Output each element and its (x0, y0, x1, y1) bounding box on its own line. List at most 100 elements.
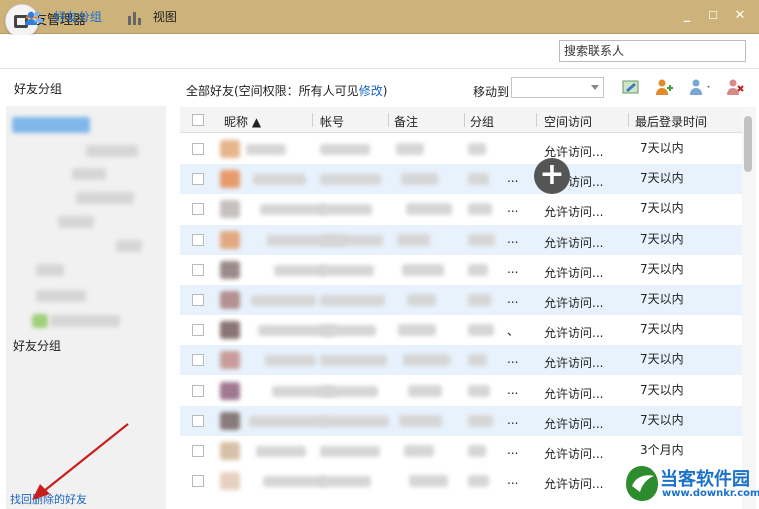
table-row[interactable]: ... 允许访问... 7天以内 (180, 345, 742, 376)
delete-friend-icon[interactable] (725, 78, 745, 96)
row-dots: ... (507, 473, 519, 488)
blurred-remark (403, 354, 450, 367)
sidebar-item[interactable] (50, 315, 120, 327)
main-heading-close: ) (382, 84, 388, 98)
blurred-nickname (274, 264, 326, 276)
main-heading: 全部好友(空间权限：所有人可见修改) (186, 82, 387, 99)
sidebar-item[interactable] (36, 264, 64, 276)
tab-friend-groups[interactable]: 好友分组 (24, 8, 102, 28)
column-account[interactable]: 帐号 (320, 113, 344, 130)
sidebar-item[interactable] (36, 290, 86, 302)
sidebar-item[interactable] (86, 145, 138, 157)
avatar (220, 381, 240, 400)
blurred-nickname (260, 204, 326, 216)
blurred-group (468, 475, 489, 488)
plus-circle-icon[interactable]: + (534, 158, 570, 194)
scrollbar-thumb[interactable] (744, 116, 752, 172)
add-friend-icon[interactable] (654, 78, 674, 96)
avatar (220, 260, 240, 279)
avatar (220, 140, 240, 158)
table-row[interactable]: 、 允许访问... 7天以内 (180, 315, 742, 345)
row-checkbox[interactable] (192, 294, 204, 306)
main-heading-text: 全部好友(空间权限：所有人可见 (186, 84, 359, 98)
row-checkbox[interactable] (192, 384, 204, 397)
recover-deleted-friends-link[interactable]: 找回删除的好友 (10, 491, 87, 507)
blurred-group (468, 203, 492, 216)
row-checkbox[interactable] (192, 354, 204, 367)
sidebar-item-selected[interactable] (12, 117, 90, 133)
tab-view[interactable]: 视图 (127, 8, 177, 28)
space-access-cell[interactable]: 允许访问... (544, 445, 603, 462)
table-row[interactable]: ... 允许访问... 7天以内 (180, 194, 742, 224)
maximize-icon[interactable]: ☐ (704, 7, 722, 25)
space-access-cell[interactable]: 允许访问... (544, 203, 603, 220)
column-remark[interactable]: 备注 (394, 113, 418, 130)
row-checkbox[interactable] (192, 263, 204, 276)
blurred-account (320, 204, 372, 216)
table-row[interactable]: ... 允许访问... 7天以内 (180, 405, 742, 436)
select-all-checkbox[interactable] (192, 114, 204, 126)
row-checkbox[interactable] (192, 445, 204, 457)
table-row[interactable]: ... 允许访问... 3个月内 (180, 436, 742, 466)
row-dots: ... (507, 352, 519, 367)
sidebar-item[interactable] (76, 192, 134, 204)
close-icon[interactable]: ✕ (731, 7, 749, 25)
row-checkbox[interactable] (192, 173, 204, 186)
blurred-account (320, 144, 370, 155)
sidebar-item[interactable] (58, 216, 94, 228)
column-nickname[interactable]: 昵称 ▲ (224, 113, 261, 130)
space-access-cell[interactable]: 允许访问... (544, 294, 603, 311)
minimize-icon[interactable]: _ (678, 7, 696, 25)
column-divider (464, 113, 465, 127)
column-last-login[interactable]: 最后登录时间 (635, 113, 707, 130)
edit-permission-link[interactable]: 修改 (359, 84, 383, 98)
row-checkbox[interactable] (192, 203, 204, 216)
blurred-nickname (251, 295, 316, 306)
friend-settings-icon[interactable] (688, 78, 714, 96)
blurred-account (320, 295, 385, 306)
last-login-cell: 7天以内 (640, 231, 684, 246)
table-row[interactable]: 允许访问... 7天以内 (180, 134, 742, 164)
move-to-select[interactable] (511, 77, 604, 98)
sidebar-item[interactable] (116, 240, 142, 252)
blurred-group (468, 143, 486, 155)
sidebar-item[interactable] (72, 168, 106, 180)
sidebar-group-label[interactable]: 好友分组 (13, 337, 61, 354)
row-dots: 、 (507, 324, 520, 339)
sidebar (6, 72, 166, 509)
space-access-cell[interactable]: 允许访问... (544, 415, 603, 432)
table-row[interactable]: ... 允许访问... 7天以内 (180, 376, 742, 406)
last-login-cell: 7天以内 (640, 261, 684, 276)
edit-note-icon[interactable] (621, 78, 641, 96)
row-checkbox[interactable] (192, 414, 204, 427)
table-row[interactable]: ... 允许访问... 7天以内 (180, 224, 742, 255)
blurred-group (468, 233, 495, 246)
row-dots: ... (507, 261, 519, 276)
space-access-cell[interactable]: 允许访问... (544, 324, 603, 341)
column-space-access[interactable]: 空间访问 (544, 113, 592, 130)
column-group[interactable]: 分组 (470, 113, 494, 130)
space-access-cell[interactable]: 允许访问... (544, 385, 603, 402)
table-row[interactable]: ... 允许访问... 7天以内 (180, 255, 742, 285)
avatar (220, 442, 240, 460)
row-checkbox[interactable] (192, 324, 204, 337)
blurred-group (468, 354, 487, 367)
tab-view-label: 视图 (152, 10, 177, 24)
table-row[interactable]: ... 允许访问... 7天以内 (180, 164, 742, 195)
blurred-account (320, 446, 380, 457)
last-login-cell: 7天以内 (640, 382, 684, 397)
blurred-remark (407, 294, 436, 306)
blurred-remark (402, 263, 444, 276)
row-checkbox[interactable] (192, 143, 204, 155)
space-access-cell[interactable]: 允许访问... (544, 264, 603, 281)
space-access-cell[interactable]: 允许访问... (544, 234, 603, 251)
row-dots: ... (507, 292, 519, 306)
search-input[interactable]: 搜索联系人 (559, 40, 746, 62)
chevron-down-icon (591, 85, 599, 90)
space-access-cell[interactable]: 允许访问... (544, 354, 603, 371)
row-checkbox[interactable] (192, 233, 204, 246)
last-login-cell: 7天以内 (640, 141, 684, 155)
space-access-cell[interactable]: 允许访问... (544, 475, 603, 492)
table-row[interactable]: ... 允许访问... 7天以内 (180, 285, 742, 315)
row-checkbox[interactable] (192, 475, 204, 488)
